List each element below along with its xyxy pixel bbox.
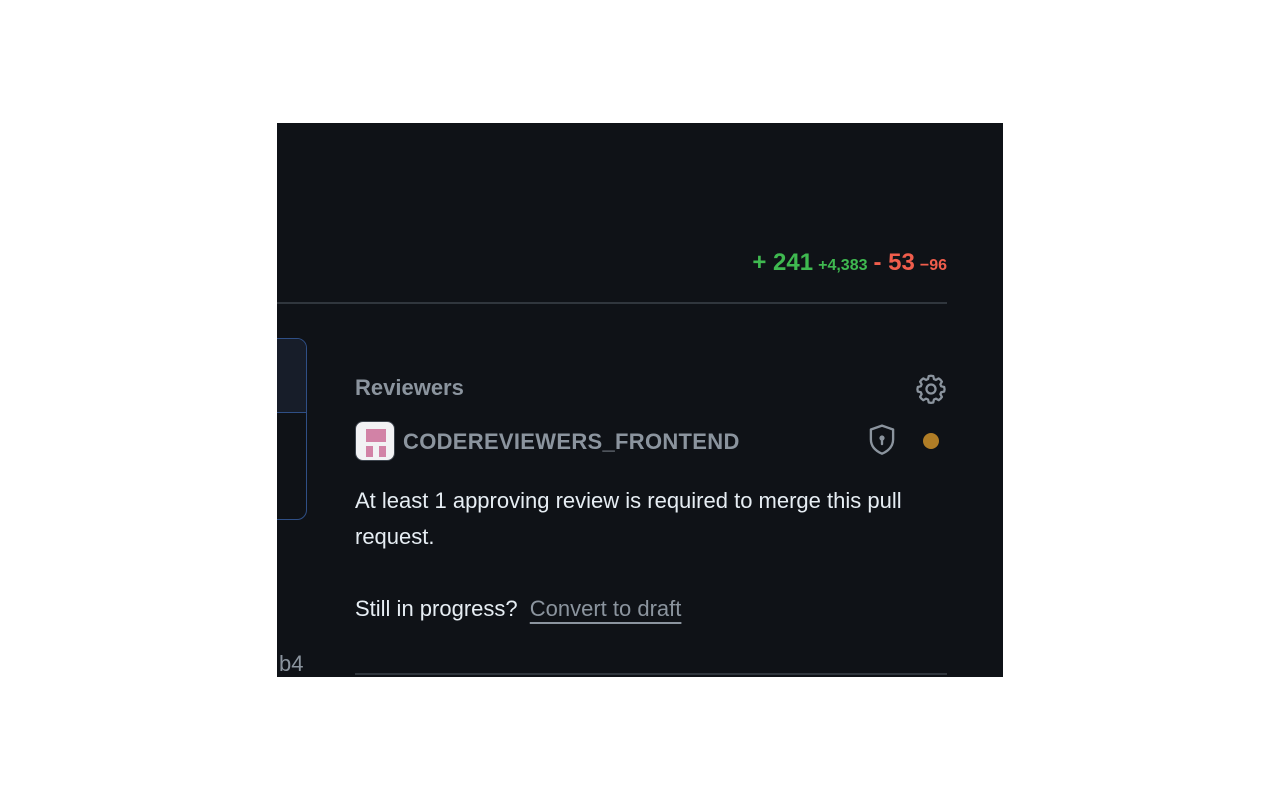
team-name[interactable]: CODEREVIEWERS_FRONTEND <box>403 429 740 455</box>
draft-prompt: Still in progress? Convert to draft <box>355 591 681 627</box>
deletions-lines: - 53 <box>873 249 915 276</box>
reviewers-heading: Reviewers <box>355 375 464 400</box>
deletions-total: −96 <box>919 257 947 274</box>
additions-total: +4,383 <box>818 257 868 274</box>
header-divider <box>277 302 947 304</box>
section-divider <box>355 673 947 675</box>
shield-lock-icon <box>866 423 898 457</box>
left-card-fragment[interactable] <box>277 338 307 520</box>
reviewer-row[interactable]: CODEREVIEWERS_FRONTEND <box>355 421 949 463</box>
commit-hash-fragment[interactable]: b4 <box>279 651 303 677</box>
convert-to-draft-link[interactable]: Convert to draft <box>530 596 682 621</box>
additions-lines: + 241 <box>752 249 814 276</box>
team-avatar[interactable] <box>355 421 395 461</box>
left-card-header <box>277 339 306 413</box>
gear-icon[interactable] <box>914 372 948 406</box>
progress-prompt-text: Still in progress? <box>355 596 518 621</box>
pr-sidebar-panel: + 241 +4,383 - 53 −96 b4 Reviewers CODER… <box>277 123 1003 677</box>
pending-status-dot <box>923 433 939 449</box>
required-review-message: At least 1 approving review is required … <box>355 488 902 549</box>
diffstat: + 241 +4,383 - 53 −96 <box>752 249 947 277</box>
